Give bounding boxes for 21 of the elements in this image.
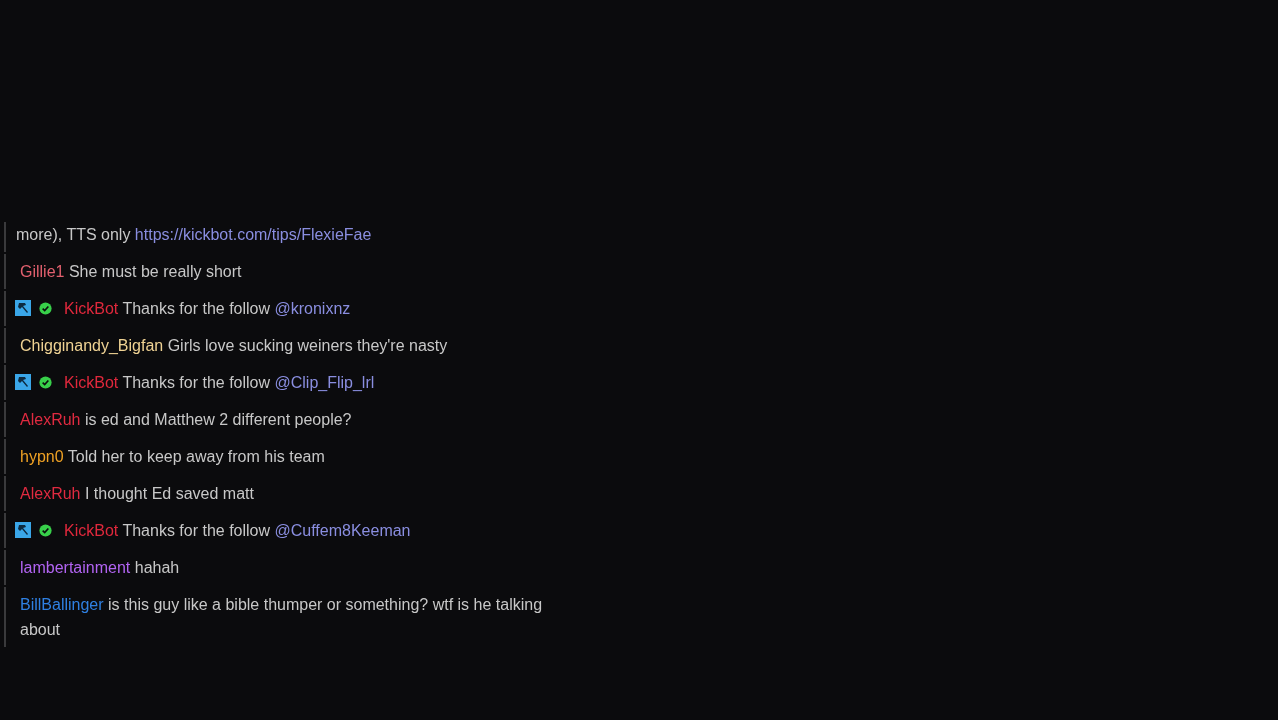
hammer-icon <box>15 374 31 390</box>
hammer-icon <box>15 300 31 316</box>
chat-message: BillBallinger is this guy like a bible thumper or something? wtf is he talking about <box>20 596 543 638</box>
mention: @Cuffem8Keeman <box>274 522 411 539</box>
link[interactable]: https://kickbot.com/tips/FlexieFae <box>134 226 372 243</box>
chat-message: Chigginandy_Bigfan Girls love sucking weiners they're nasty <box>20 337 448 354</box>
chat-message: KickBot Thanks for the follow @kronixnz <box>64 300 351 317</box>
verified-icon <box>39 302 52 315</box>
chat-message: hypn0 Told her to keep away from his team <box>20 448 325 465</box>
chat-message: KickBot Thanks for the follow @Cuffem8Keeman <box>64 522 411 539</box>
mention: @Clip_Flip_lrl <box>274 374 375 391</box>
hammer-icon <box>15 522 31 538</box>
chat-message: AlexRuh is ed and Matthew 2 different people? <box>20 411 352 428</box>
verified-icon <box>39 524 52 537</box>
chat-message: Gillie1 She must be really short <box>20 263 242 280</box>
mention: @kronixnz <box>274 300 351 317</box>
chat-message: more), TTS only https://kickbot.com/tips/FlexieFae <box>16 226 372 243</box>
chat-message: lambertainment hahah <box>20 559 180 576</box>
chat-message: KickBot Thanks for the follow @Clip_Flip_lrl <box>64 374 375 391</box>
chat-message: AlexRuh I thought Ed saved matt <box>20 485 254 502</box>
verified-icon <box>39 376 52 389</box>
